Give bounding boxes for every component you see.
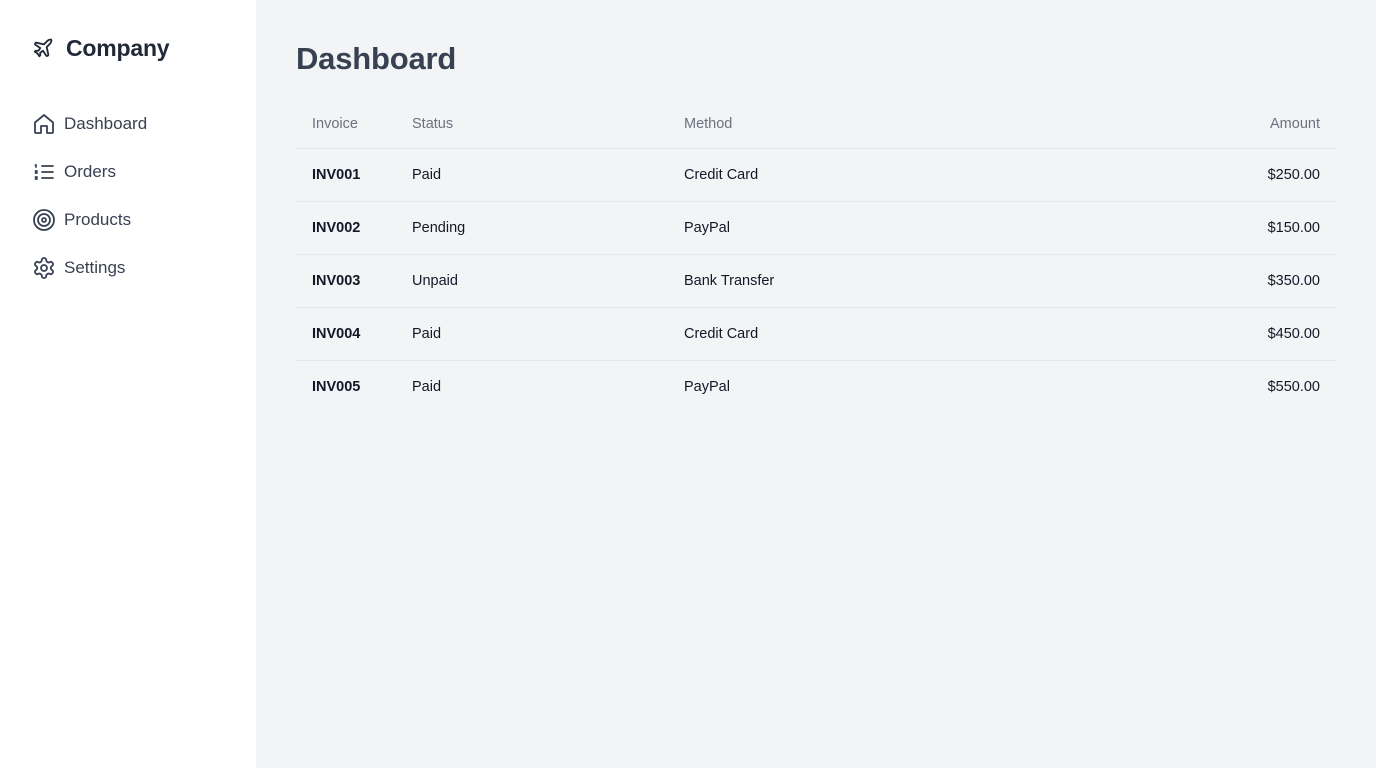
column-header-status: Status bbox=[396, 100, 668, 149]
brand[interactable]: Company bbox=[32, 33, 224, 63]
table-row[interactable]: INV004 Paid Credit Card $450.00 bbox=[296, 307, 1336, 361]
invoice-cell: INV004 bbox=[296, 307, 396, 361]
column-header-invoice: Invoice bbox=[296, 100, 396, 149]
invoices-table: Invoice Status Method Amount INV001 Paid… bbox=[296, 100, 1336, 413]
main-content: Dashboard Invoice Status Method Amount I… bbox=[256, 0, 1376, 768]
target-icon bbox=[32, 208, 56, 232]
sidebar-item-settings[interactable]: Settings bbox=[32, 256, 224, 280]
sidebar: Company Dashboard Orders Products Settin… bbox=[0, 0, 256, 768]
sidebar-nav: Dashboard Orders Products Settings bbox=[32, 112, 224, 280]
status-cell: Paid bbox=[396, 148, 668, 202]
status-cell: Unpaid bbox=[396, 254, 668, 308]
plane-icon bbox=[32, 37, 54, 59]
status-cell: Paid bbox=[396, 307, 668, 361]
brand-name: Company bbox=[66, 34, 170, 61]
table-row[interactable]: INV001 Paid Credit Card $250.00 bbox=[296, 148, 1336, 202]
method-cell: Credit Card bbox=[668, 307, 1068, 361]
invoice-cell: INV003 bbox=[296, 254, 396, 308]
method-cell: Bank Transfer bbox=[668, 254, 1068, 308]
invoice-cell: INV002 bbox=[296, 201, 396, 255]
amount-cell: $550.00 bbox=[1267, 378, 1320, 395]
invoice-cell: INV005 bbox=[312, 378, 361, 395]
column-header-method: Method bbox=[668, 100, 1068, 149]
page-title: Dashboard bbox=[296, 41, 457, 76]
column-header-amount: Amount bbox=[1068, 100, 1336, 149]
amount-cell: $350.00 bbox=[1068, 254, 1336, 308]
sidebar-item-products[interactable]: Products bbox=[32, 208, 224, 232]
home-icon bbox=[32, 112, 56, 136]
method-cell: Credit Card bbox=[668, 148, 1068, 202]
status-cell: Pending bbox=[396, 201, 668, 255]
sidebar-item-orders[interactable]: Orders bbox=[32, 160, 224, 184]
list-icon bbox=[32, 160, 56, 184]
table-row[interactable]: INV002 Pending PayPal $150.00 bbox=[296, 201, 1336, 255]
table-header-row: Invoice Status Method Amount bbox=[296, 100, 1336, 149]
method-cell: PayPal bbox=[668, 201, 1068, 255]
sidebar-item-dashboard[interactable]: Dashboard bbox=[32, 112, 224, 136]
sidebar-item-label: Products bbox=[64, 210, 132, 229]
status-cell: Paid bbox=[412, 378, 442, 395]
invoice-cell: INV001 bbox=[296, 148, 396, 202]
amount-cell: $250.00 bbox=[1068, 148, 1336, 202]
method-cell: PayPal bbox=[684, 378, 730, 395]
sidebar-item-label: Dashboard bbox=[64, 114, 148, 133]
gear-icon bbox=[32, 256, 56, 280]
sidebar-item-label: Orders bbox=[64, 162, 116, 181]
table-row[interactable]: INV005 Paid PayPal $550.00 bbox=[296, 360, 1336, 413]
sidebar-item-label: Settings bbox=[64, 258, 126, 277]
table-row[interactable]: INV003 Unpaid Bank Transfer $350.00 bbox=[296, 254, 1336, 308]
amount-cell: $450.00 bbox=[1068, 307, 1336, 361]
amount-cell: $150.00 bbox=[1068, 201, 1336, 255]
